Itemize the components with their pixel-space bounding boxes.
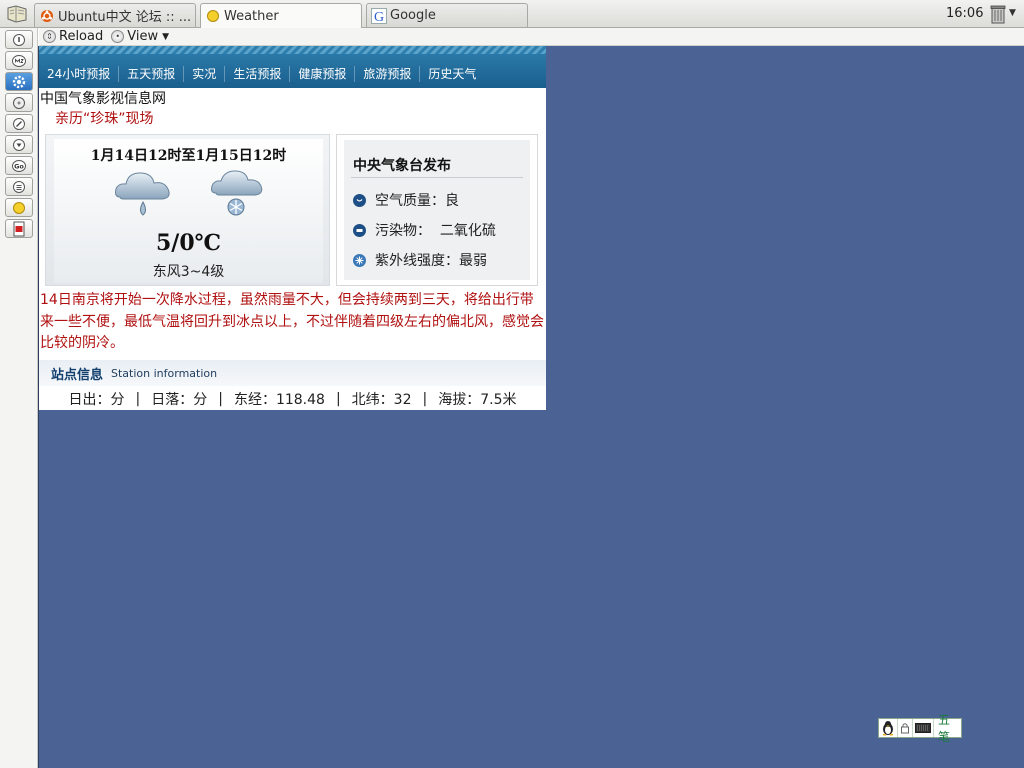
reload-button[interactable]: ⇕ Reload (43, 29, 103, 44)
cloud-snow-icon (208, 165, 268, 225)
cloud-rain-icon (112, 165, 176, 225)
trash-icon[interactable] (990, 4, 1006, 24)
weather-sun-icon (205, 8, 221, 24)
reload-label: Reload (59, 29, 104, 44)
tab-bar: Ubuntu中文 论坛 :: ... Weather G Google 16:0… (0, 0, 1024, 28)
pollutant-label: 污染物： 二氧化硫 (375, 223, 496, 239)
keyboard-icon[interactable] (913, 719, 934, 737)
sidebar-disc-button[interactable] (5, 93, 33, 112)
air-quality-panel: 中央气象台发布 空气质量：良 污染物： 二氧化硫 紫外线强度：最弱 (336, 134, 538, 286)
station-info-header: 站点信息 Station information (39, 360, 546, 386)
air-quality-row: 空气质量：良 (353, 190, 459, 210)
sunrise-info: 日出：分 (68, 391, 125, 408)
station-info-row: 日出：分 | 日落：分 | 东经：118.48 | 北纬：32 | 海拔：7.5… (39, 387, 546, 410)
temperature: 5/0℃ (155, 230, 221, 256)
air-quality-icon (353, 193, 366, 207)
svg-text:G: G (374, 10, 384, 24)
station-info-subtitle: Station information (111, 366, 218, 380)
weather-nav-travel[interactable]: 旅游预报 (355, 65, 419, 82)
view-icon: • (111, 30, 125, 43)
penguin-icon[interactable] (879, 719, 898, 737)
weather-sun-icon (13, 201, 25, 214)
weather-nav-24h[interactable]: 24小时预报 (39, 65, 118, 82)
chevron-down-icon: ▼ (162, 31, 170, 42)
clock[interactable]: 16:06 (946, 6, 983, 21)
forecast-period: 1月14日12时至1月15日12时 (90, 148, 287, 164)
edit-icon (13, 117, 25, 130)
weather-nav-live[interactable]: 实况 (184, 65, 224, 82)
chevron-down-icon[interactable]: ▼ (1009, 8, 1016, 18)
input-method-label[interactable]: 五笔 (934, 711, 961, 745)
sidebar-edit-button[interactable] (5, 114, 33, 133)
info-icon (13, 33, 25, 46)
half-width-icon[interactable] (898, 719, 913, 737)
longitude-info: 东经：118.48 (233, 391, 325, 408)
google-g-icon: G (371, 7, 387, 24)
page-viewport: 24小时预报 五天预报 实况 生活预报 健康预报 旅游预报 历史天气 中国气象影… (38, 46, 1024, 768)
divider (351, 177, 523, 178)
sidebar-list-button[interactable] (5, 177, 33, 196)
sidebar-info-button[interactable] (5, 30, 33, 49)
gear-icon (12, 75, 26, 88)
weather-widget: 24小时预报 五天预报 实况 生活预报 健康预报 旅游预报 历史天气 中国气象影… (39, 46, 546, 410)
sidebar-weather-button[interactable] (5, 198, 33, 217)
tab-weather[interactable]: Weather (200, 3, 362, 28)
separator: | (335, 390, 341, 407)
wind-info: 东风3~4级 (152, 264, 225, 280)
tab-label: Ubuntu中文 论坛 :: ... (58, 10, 192, 25)
sidebar: Go (0, 28, 38, 768)
sunset-info: 日落：分 (151, 391, 208, 408)
weather-nav-5day[interactable]: 五天预报 (119, 65, 183, 82)
sidebar-go-button[interactable]: Go (5, 156, 33, 175)
tab-google[interactable]: G Google (366, 3, 528, 27)
reload-icon: ⇕ (43, 30, 56, 43)
site-name-link[interactable]: 中国气象影视信息网 (40, 88, 166, 108)
separator: | (422, 390, 428, 407)
forecast-description: 14日南京将开始一次降水过程，虽然雨量不大，但会持续两到三天，将给出行带来一些不… (40, 292, 544, 351)
separator: | (135, 390, 141, 407)
input-method-indicator[interactable]: 五笔 (878, 713, 962, 744)
download-icon (13, 138, 25, 151)
tab-ubuntu-forum[interactable]: Ubuntu中文 论坛 :: ... (34, 3, 196, 27)
tab-label: Google (390, 8, 436, 23)
weather-nav-bar: 24小时预报 五天预报 实况 生活预报 健康预报 旅游预报 历史天气 (39, 46, 546, 88)
air-quality-title: 中央气象台发布 (353, 158, 451, 174)
view-menu-button[interactable]: • View ▼ (111, 29, 169, 44)
sidebar-download-button[interactable] (5, 135, 33, 154)
weather-nav-life[interactable]: 生活预报 (225, 65, 289, 82)
separator: | (218, 390, 223, 407)
svg-text:Go: Go (14, 162, 24, 170)
mail-badge-icon (12, 54, 26, 67)
ubuntu-logo-icon (39, 8, 55, 24)
uv-icon (353, 253, 366, 267)
list-icon (13, 180, 25, 193)
weather-nav-health[interactable]: 健康预报 (290, 65, 354, 82)
sidebar-pdf-button[interactable] (5, 219, 33, 238)
forecast-panel: 1月14日12时至1月15日12时 5/0℃ 东风3~4级 (45, 134, 330, 286)
sidebar-settings-button[interactable] (5, 72, 33, 91)
tab-label: Weather (224, 8, 279, 24)
promo-link[interactable]: 亲历“珍珠”现场 (55, 108, 154, 128)
view-label: View (127, 29, 159, 44)
weather-nav-history[interactable]: 历史天气 (420, 65, 484, 82)
altitude-info: 海拔：7.5米 (438, 391, 517, 408)
navigation-toolbar: ⇕ Reload • View ▼ (39, 28, 1024, 46)
air-quality-label: 空气质量：良 (375, 193, 459, 209)
pollutant-row: 污染物： 二氧化硫 (353, 220, 496, 240)
uv-label: 紫外线强度：最弱 (375, 253, 487, 269)
nav-stripe-decoration (39, 46, 546, 54)
disc-icon (13, 96, 25, 109)
go-icon: Go (12, 159, 26, 172)
station-info-title: 站点信息 (51, 367, 104, 383)
latitude-info: 北纬：32 (351, 391, 412, 408)
sidebar-mail-button[interactable] (5, 51, 33, 70)
applications-menu-icon[interactable] (5, 4, 29, 24)
pollutant-icon (353, 223, 366, 237)
uv-row: 紫外线强度：最弱 (353, 250, 487, 270)
document-icon (13, 221, 25, 236)
